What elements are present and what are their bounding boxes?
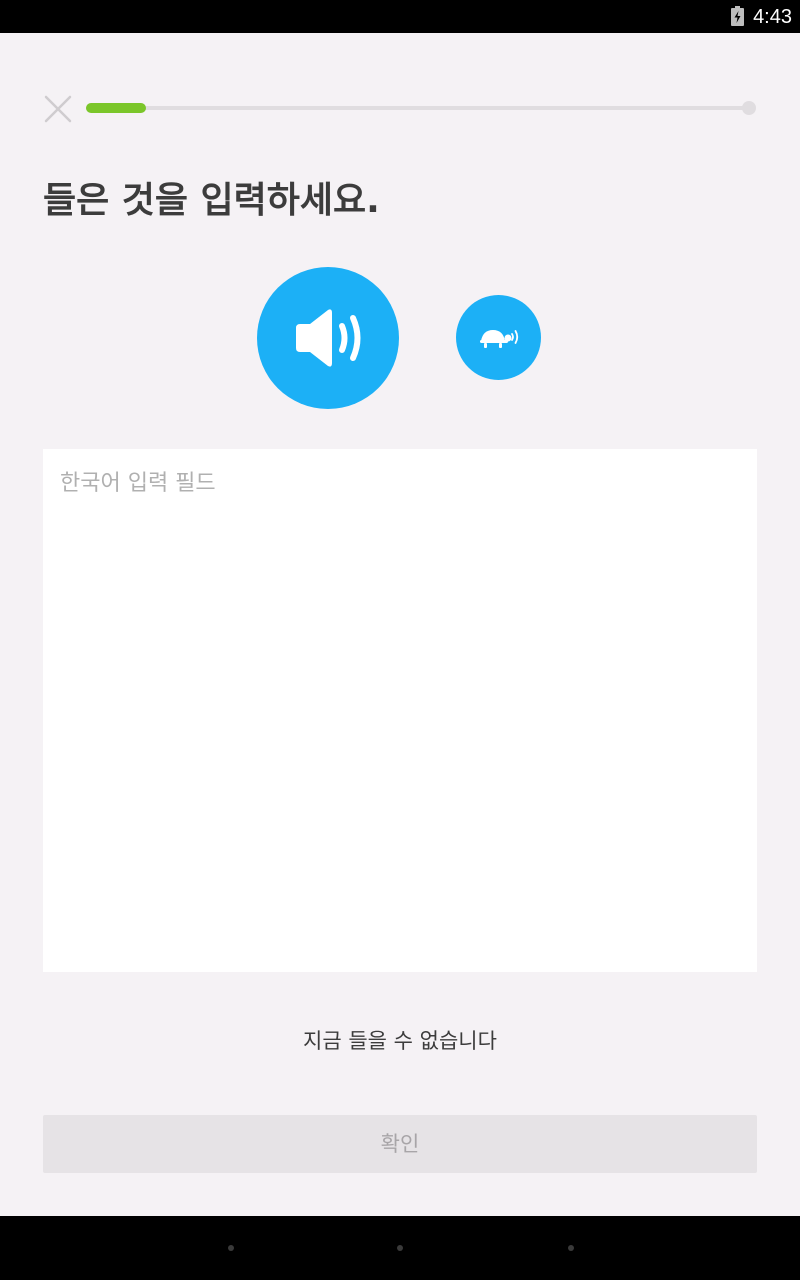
progress-end-marker [742, 101, 756, 115]
turtle-icon [479, 329, 518, 348]
screen: 4:43 들은 것을 입력하세요. 한국어 입력 필드 지금 들을 수 없습니다… [0, 0, 800, 1280]
status-bar: 4:43 [0, 0, 800, 33]
check-button[interactable]: 확인 [43, 1115, 757, 1173]
nav-home-button[interactable] [397, 1245, 403, 1251]
close-icon[interactable] [40, 91, 76, 127]
instruction-title: 들은 것을 입력하세요. [43, 180, 380, 221]
battery-charging-icon [731, 6, 744, 26]
slow-audio-button[interactable] [456, 295, 541, 380]
speaker-icon [296, 309, 361, 367]
progress-fill [86, 103, 146, 113]
lesson-content: 들은 것을 입력하세요. 지금 들을 수 없습니다 확인 [0, 33, 800, 1216]
progress-bar [86, 103, 752, 113]
cant-listen-link[interactable]: 지금 들을 수 없습니다 [0, 1025, 800, 1055]
navigation-bar [0, 1216, 800, 1280]
status-time: 4:43 [753, 6, 792, 28]
nav-recents-button[interactable] [568, 1245, 574, 1251]
answer-input[interactable] [60, 465, 740, 956]
nav-back-button[interactable] [228, 1245, 234, 1251]
play-audio-button[interactable] [257, 267, 399, 409]
answer-box [43, 449, 757, 972]
